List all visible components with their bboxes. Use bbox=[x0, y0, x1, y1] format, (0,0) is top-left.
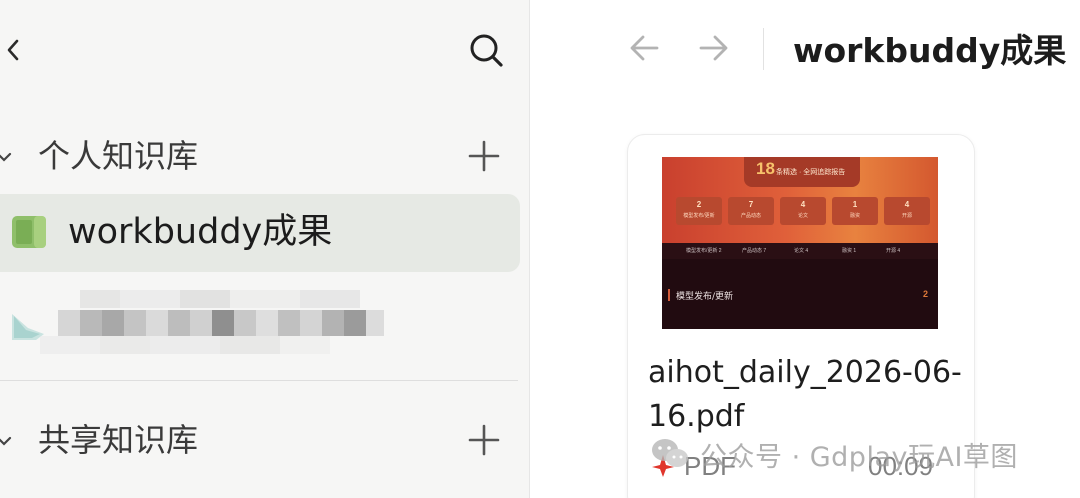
wechat-icon bbox=[650, 437, 690, 471]
thumb-stat-label: 融资 bbox=[849, 213, 860, 219]
chevron-down-icon[interactable] bbox=[0, 144, 16, 168]
watermark: 公众号 · Gdplay玩AI草图 bbox=[650, 434, 1018, 474]
thumb-bar-item: 模型发布/更新 2 bbox=[686, 248, 722, 254]
chevron-down-icon[interactable] bbox=[0, 428, 16, 452]
thumb-stat-value: 1 bbox=[852, 200, 858, 209]
thumb-stat-value: 4 bbox=[800, 200, 806, 209]
section-title: 共享知识库 bbox=[38, 421, 199, 459]
file-thumbnail: 18 条精选 · 全网追踪报告 2 模型发布/更新 7 产品动态 4 论文 1 融资 4… bbox=[662, 157, 938, 329]
blurred-text bbox=[40, 336, 360, 354]
thumb-bar-item: 开源 4 bbox=[886, 248, 901, 254]
sidebar: 个人知识库 workbuddy成果 共享知识库 bbox=[0, 0, 530, 498]
thumb-section-count: 2 bbox=[922, 289, 928, 299]
page-title: workbuddy成果 bbox=[793, 31, 1067, 70]
sidebar-item-label: workbuddy成果 bbox=[68, 212, 333, 252]
thumb-stat-label: 模型发布/更新 bbox=[683, 213, 715, 219]
thumb-bar-item: 产品动态 7 bbox=[742, 248, 767, 254]
file-name: aihot_daily_2026-06-16.pdf bbox=[648, 355, 962, 434]
sidebar-item-workbuddy[interactable]: workbuddy成果 bbox=[0, 194, 520, 272]
blurred-text bbox=[80, 290, 360, 308]
add-icon[interactable] bbox=[466, 422, 502, 458]
divider bbox=[0, 380, 518, 381]
thumb-headline-number: 18 bbox=[756, 159, 775, 178]
thumb-bar-item: 论文 4 bbox=[794, 248, 809, 254]
section-shared-kb[interactable]: 共享知识库 bbox=[0, 410, 530, 470]
search-icon[interactable] bbox=[462, 26, 510, 74]
blurred-label bbox=[58, 310, 384, 336]
back-icon[interactable] bbox=[0, 30, 28, 70]
main-panel: workbuddy成果 18 条精选 · 全网追踪报告 2 模型发布/更新 7 产品… bbox=[531, 0, 1080, 498]
thumb-section-title: 模型发布/更新 bbox=[676, 292, 734, 302]
arrow-right-icon[interactable] bbox=[693, 28, 733, 68]
book-icon bbox=[10, 214, 48, 250]
thumb-stat-value: 4 bbox=[904, 200, 910, 209]
section-personal-kb[interactable]: 个人知识库 bbox=[0, 126, 530, 186]
thumb-stat-label: 论文 bbox=[797, 213, 808, 219]
thumb-stat-label: 产品动态 bbox=[740, 213, 761, 219]
thumb-bar-item: 融资 1 bbox=[842, 248, 857, 254]
thumb-stat-label: 开源 bbox=[901, 213, 912, 219]
section-title: 个人知识库 bbox=[38, 137, 199, 175]
add-icon[interactable] bbox=[466, 138, 502, 174]
arrow-left-icon[interactable] bbox=[625, 28, 665, 68]
nav-divider bbox=[763, 28, 764, 70]
thumb-stat-value: 7 bbox=[748, 200, 754, 209]
thumb-stat-value: 2 bbox=[696, 200, 702, 209]
watermark-text: 公众号 · Gdplay玩AI草图 bbox=[700, 441, 1018, 473]
thumb-headline-text: 条精选 · 全网追踪报告 bbox=[776, 169, 846, 176]
